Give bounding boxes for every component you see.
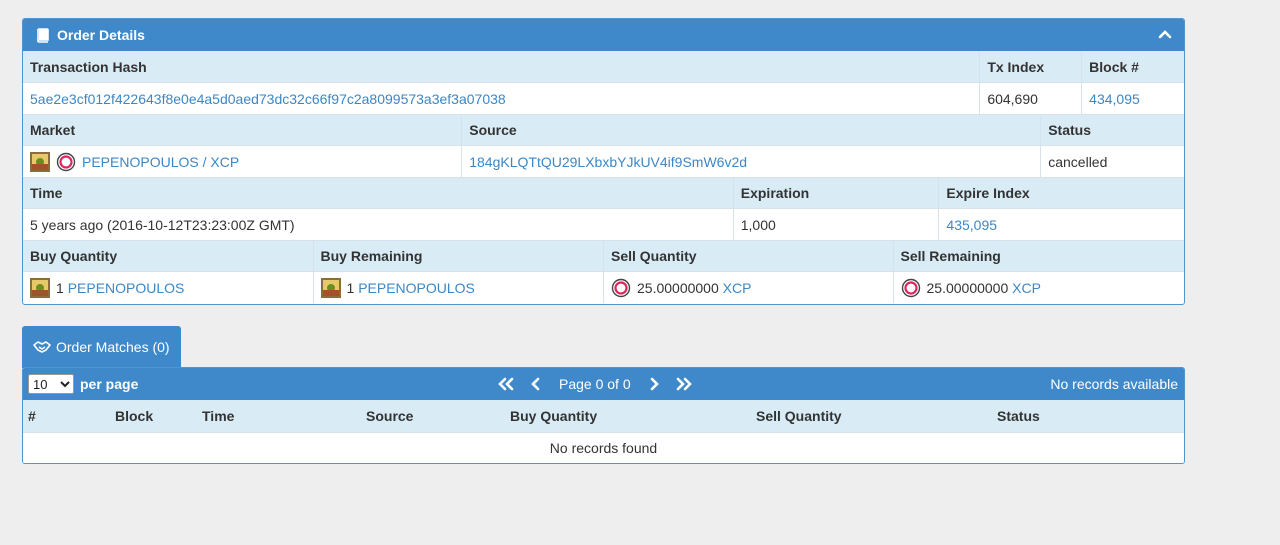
buy-rem-label: Buy Remaining bbox=[312, 241, 604, 271]
status-label: Status bbox=[1040, 115, 1184, 145]
quantity-header-row: Buy Quantity Buy Remaining Sell Quantity… bbox=[23, 240, 1184, 271]
xcp-asset-icon bbox=[56, 152, 76, 171]
expiration-label: Expiration bbox=[732, 178, 939, 208]
pepenopoulos-asset-icon bbox=[320, 277, 341, 298]
tx-index-label: Tx Index bbox=[979, 51, 1081, 82]
book-icon bbox=[37, 28, 49, 43]
chevron-up-icon[interactable] bbox=[1158, 27, 1172, 41]
chevron-right-icon bbox=[650, 377, 659, 391]
block-label: Block # bbox=[1081, 51, 1184, 82]
buy-rem-asset-link[interactable]: PEPENOPOULOS bbox=[358, 280, 475, 296]
order-details-title: Order Details bbox=[57, 27, 145, 43]
tx-hash-label: Transaction Hash bbox=[30, 58, 147, 75]
status-value: cancelled bbox=[1040, 146, 1184, 177]
next-page-button[interactable] bbox=[643, 373, 665, 395]
buy-rem-amount: 1 bbox=[346, 279, 355, 296]
col-block[interactable]: Block bbox=[115, 408, 153, 424]
buy-qty-label: Buy Quantity bbox=[30, 248, 118, 264]
time-value-row: 5 years ago (2016-10-12T23:23:00Z GMT) 1… bbox=[23, 208, 1184, 240]
tx-hash-link[interactable]: 5ae2e3cf012f422643f8e0e4a5d0aed73dc32c66… bbox=[30, 91, 506, 107]
market-value-row: PEPENOPOULOS / XCP 184gKLQTtQU29LXbxbYJk… bbox=[23, 145, 1184, 177]
tab-order-matches-label: Order Matches (0) bbox=[56, 339, 170, 355]
first-page-button[interactable] bbox=[495, 373, 517, 395]
time-header-row: Time Expiration Expire Index bbox=[23, 177, 1184, 208]
expire-index-label: Expire Index bbox=[938, 178, 1184, 208]
sell-qty-label: Sell Quantity bbox=[603, 241, 893, 271]
xcp-asset-icon bbox=[901, 278, 920, 297]
tx-header-row: Transaction Hash Tx Index Block # bbox=[23, 51, 1184, 82]
per-page-select[interactable]: 10 bbox=[28, 374, 74, 394]
tx-index-value: 604,690 bbox=[979, 83, 1081, 114]
time-value: 5 years ago (2016-10-12T23:23:00Z GMT) bbox=[30, 216, 295, 233]
double-chevron-right-icon bbox=[676, 377, 692, 391]
xcp-asset-icon bbox=[611, 278, 631, 297]
matches-empty-row: No records found bbox=[23, 432, 1184, 463]
col-time[interactable]: Time bbox=[202, 408, 234, 424]
market-link[interactable]: PEPENOPOULOS / XCP bbox=[82, 154, 239, 170]
time-label: Time bbox=[30, 185, 63, 201]
matches-table-header: # Block Time Source Buy Quantity Sell Qu… bbox=[23, 400, 1184, 432]
page-indicator: Page 0 of 0 bbox=[559, 376, 631, 392]
col-number[interactable]: # bbox=[28, 408, 36, 424]
col-buy-quantity[interactable]: Buy Quantity bbox=[510, 408, 597, 424]
sell-rem-asset-link[interactable]: XCP bbox=[1012, 280, 1041, 296]
expire-index-link[interactable]: 435,095 bbox=[946, 217, 997, 233]
block-link[interactable]: 434,095 bbox=[1089, 91, 1140, 107]
per-page-label: per page bbox=[80, 376, 139, 392]
tx-value-row: 5ae2e3cf012f422643f8e0e4a5d0aed73dc32c66… bbox=[23, 82, 1184, 114]
per-page-control: 10 per page bbox=[28, 374, 138, 394]
source-link[interactable]: 184gKLQTtQU29LXbxbYJkUV4if9SmW6v2d bbox=[469, 154, 747, 170]
order-details-header: Order Details bbox=[23, 19, 1184, 51]
chevron-left-icon bbox=[531, 377, 540, 391]
last-page-button[interactable] bbox=[673, 373, 695, 395]
col-sell-quantity[interactable]: Sell Quantity bbox=[756, 408, 842, 424]
prev-page-button[interactable] bbox=[525, 373, 547, 395]
buy-qty-amount: 1 bbox=[56, 279, 64, 296]
sell-qty-amount: 25.00000000 bbox=[637, 279, 719, 296]
pepenopoulos-asset-icon bbox=[30, 277, 50, 298]
handshake-icon bbox=[33, 341, 51, 353]
sell-rem-amount: 25.00000000 bbox=[926, 279, 1009, 296]
buy-qty-asset-link[interactable]: PEPENOPOULOS bbox=[68, 280, 185, 296]
col-source[interactable]: Source bbox=[366, 408, 413, 424]
sell-qty-asset-link[interactable]: XCP bbox=[723, 280, 752, 296]
pagination: Page 0 of 0 bbox=[491, 368, 699, 400]
tab-order-matches[interactable]: Order Matches (0) bbox=[22, 326, 181, 368]
pepenopoulos-asset-icon bbox=[30, 151, 50, 172]
col-status[interactable]: Status bbox=[997, 408, 1040, 424]
double-chevron-left-icon bbox=[498, 377, 514, 391]
market-label: Market bbox=[30, 122, 76, 138]
market-header-row: Market Source Status bbox=[23, 114, 1184, 145]
order-matches-panel: 10 per page Page 0 of 0 No records avail… bbox=[22, 367, 1185, 464]
quantity-value-row: 1 PEPENOPOULOS 1 PEPENOPOULOS 25.0000000… bbox=[23, 271, 1184, 303]
source-label: Source bbox=[461, 115, 1040, 145]
expiration-value: 1,000 bbox=[732, 209, 939, 240]
sell-rem-label: Sell Remaining bbox=[892, 241, 1185, 271]
order-details-panel: Order Details Transaction Hash Tx Index … bbox=[22, 18, 1185, 305]
matches-toolbar: 10 per page Page 0 of 0 No records avail… bbox=[23, 368, 1184, 400]
no-records-available: No records available bbox=[1050, 376, 1178, 392]
